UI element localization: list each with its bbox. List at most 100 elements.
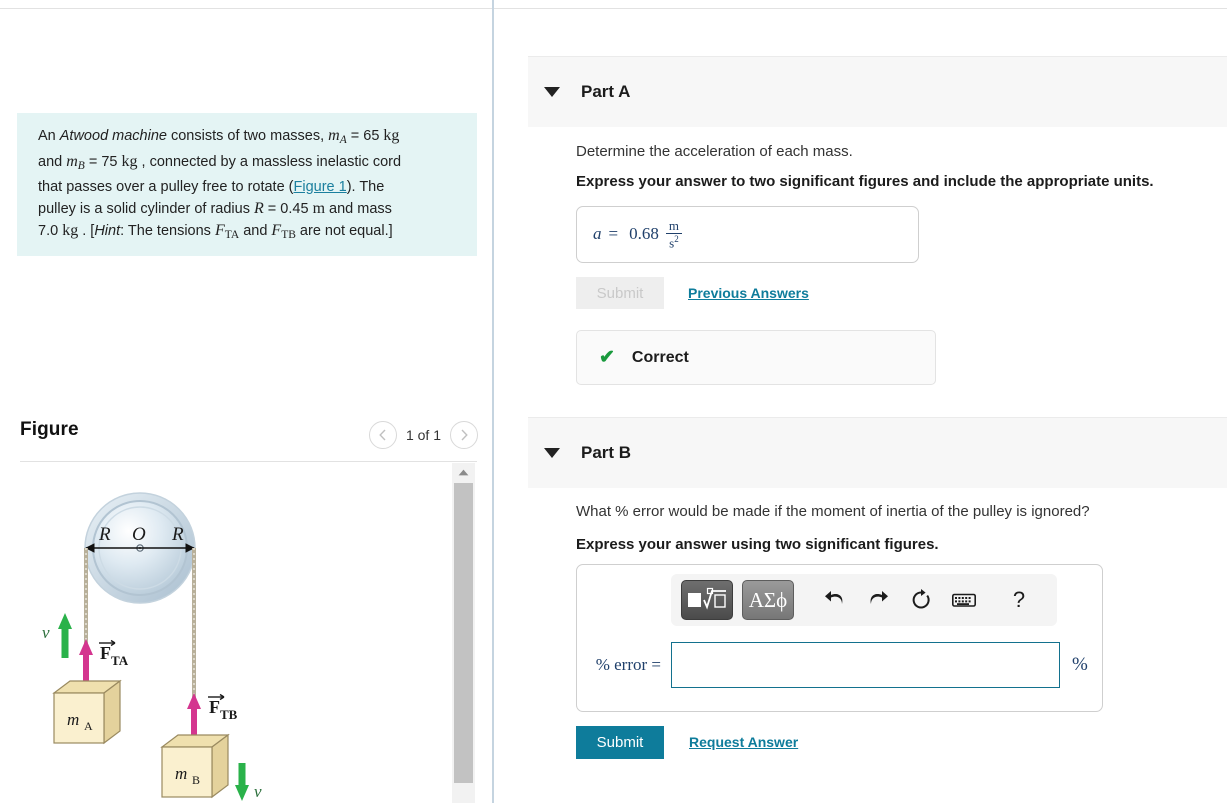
part-b-answer-input[interactable] <box>671 642 1060 688</box>
answer-unit-denominator: s2 <box>666 233 682 250</box>
problem-text-line5e: are not equal.] <box>295 223 393 239</box>
problem-statement: An Atwood machine consists of two masses… <box>17 113 477 256</box>
part-b-submit-button[interactable]: Submit <box>576 726 664 759</box>
velocity-label-left: v <box>42 623 50 642</box>
scroll-up-button[interactable] <box>452 463 475 481</box>
redo-glyph <box>870 591 888 604</box>
part-b-header[interactable]: Part B <box>528 417 1227 488</box>
undo-arrow-icon[interactable] <box>818 583 852 617</box>
answer-equals: = <box>608 224 619 244</box>
problem-text-line4b: and mass <box>325 201 392 217</box>
atwood-machine-diagram: R O R v F TA m A F TB m B v <box>20 463 460 803</box>
answer-unit-fraction: m s2 <box>666 219 682 250</box>
percent-suffix: % <box>1072 654 1088 675</box>
problem-text-line1a: An <box>38 128 60 144</box>
pulley-label-O: O <box>132 524 146 545</box>
figure-prev-button[interactable] <box>368 421 397 449</box>
keyboard-glyph <box>952 593 976 607</box>
answer-variable: a <box>593 224 602 244</box>
hint-emphasis: Hint <box>94 223 121 239</box>
figure-next-button[interactable] <box>450 421 478 449</box>
tension-a-subscript: TA <box>224 229 240 241</box>
part-a-submit-button[interactable]: Submit <box>576 277 664 309</box>
template-math-key[interactable] <box>681 580 733 620</box>
figure-viewport: R O R v F TA m A F TB m B v <box>20 463 477 803</box>
tension-b-arrow: F TB <box>187 693 238 739</box>
part-a-instruction: Express your answer to two significant f… <box>576 173 1154 190</box>
mass-a-symbol: m <box>328 127 340 144</box>
mass-a-unit: kg <box>383 127 400 144</box>
tension-a-symbol: F <box>214 222 225 239</box>
part-a-answer-field[interactable]: a = 0.68 m s2 <box>576 206 919 263</box>
reset-glyph <box>912 589 930 609</box>
part-b-answer-card: ΑΣϕ ? % error = % <box>576 564 1103 712</box>
tension-b-symbol: F <box>271 222 282 239</box>
mass-b-value: = 75 <box>84 154 122 170</box>
part-b-instruction: Express your answer using two significan… <box>576 536 939 553</box>
greek-symbols-key[interactable]: ΑΣϕ <box>742 580 794 620</box>
chevron-left-icon <box>379 429 386 441</box>
part-b-label: Part B <box>581 443 632 462</box>
velocity-arrow-down: v <box>235 763 262 801</box>
block-mass-b: m B <box>160 733 230 799</box>
problem-page: An Atwood machine consists of two masses… <box>0 0 1227 803</box>
tension-a-label: F <box>100 643 111 663</box>
radius-symbol: R <box>254 200 264 217</box>
pulley-graphic: R O R <box>84 492 196 604</box>
block-a-subscript: A <box>84 719 93 733</box>
figure-navigation: 1 of 1 <box>368 421 478 449</box>
problem-text-line3a: that passes over a pulley free to rotate… <box>38 179 294 195</box>
problem-text-line2a: and <box>38 154 67 170</box>
part-a-header[interactable]: Part A <box>528 56 1227 127</box>
caret-down-icon[interactable] <box>544 87 560 97</box>
part-a-question: Determine the acceleration of each mass. <box>576 143 853 160</box>
figure-divider <box>20 461 477 462</box>
pulley-mass-unit: kg <box>62 222 79 239</box>
chevron-right-icon <box>460 429 468 441</box>
previous-answers-link[interactable]: Previous Answers <box>688 285 809 301</box>
tension-a-subscript: TA <box>111 653 129 668</box>
mass-b-symbol: m <box>66 153 78 170</box>
redo-arrow-icon[interactable] <box>861 583 895 617</box>
problem-text-line3b: ). The <box>346 179 385 195</box>
pulley-label-R-right: R <box>171 524 184 545</box>
mass-a-subscript: A <box>339 134 347 146</box>
figure-panel-title: Figure <box>20 419 79 440</box>
part-b-input-row: % error = % <box>577 637 1104 693</box>
radius-unit: m <box>312 200 326 217</box>
undo-glyph <box>825 591 843 604</box>
tension-b-label: F <box>209 697 220 717</box>
problem-text-line5c: : The tensions <box>120 223 215 239</box>
problem-text-line2b: , connected by a massless inelastic cord <box>137 154 402 170</box>
reset-circular-arrow-icon[interactable] <box>904 583 938 617</box>
radius-value: = 0.45 <box>263 201 313 217</box>
caret-down-icon[interactable] <box>544 448 560 458</box>
figure-scrollbar[interactable] <box>452 463 475 803</box>
keyboard-icon[interactable] <box>947 583 981 617</box>
part-a-feedback: ✔ Correct <box>576 330 936 385</box>
request-answer-link[interactable]: Request Answer <box>689 734 798 750</box>
part-a-feedback-text: Correct <box>631 348 689 366</box>
question-mark-icon[interactable]: ? <box>1002 583 1036 617</box>
mass-b-subscript: B <box>77 160 85 172</box>
velocity-label-right: v <box>254 782 262 801</box>
problem-text-line1b: consists of two masses, <box>166 128 329 144</box>
mass-a-value: = 65 <box>346 128 384 144</box>
block-b-label: m <box>175 764 187 783</box>
figure-1-link[interactable]: Figure 1 <box>294 179 347 195</box>
mass-b-unit: kg <box>121 153 138 170</box>
scrollbar-thumb[interactable] <box>454 483 473 783</box>
triangle-up-icon <box>458 469 469 475</box>
block-a-label: m <box>67 710 79 729</box>
unit-den-exponent: 2 <box>674 234 679 245</box>
block-b-subscript: B <box>192 773 200 787</box>
part-a-answer-expression: a = 0.68 m s2 <box>593 219 682 250</box>
right-pane: Part A Determine the acceleration of eac… <box>494 0 1227 803</box>
atwood-diagram-svg: R O R v F TA m A F TB m B v <box>42 492 262 801</box>
figure-counter: 1 of 1 <box>405 427 441 443</box>
sqrt-template-icon <box>688 587 726 610</box>
problem-text-line5a: 7.0 <box>38 223 63 239</box>
block-mass-a: m A <box>52 679 122 745</box>
pulley-label-R-left: R <box>98 524 111 545</box>
part-b-question: What % error would be made if the moment… <box>576 503 1090 520</box>
